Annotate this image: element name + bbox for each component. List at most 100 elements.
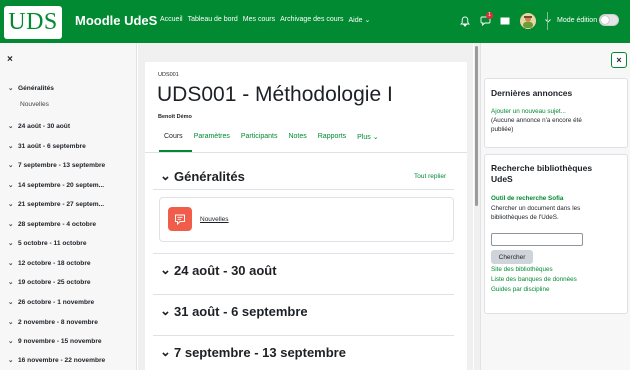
section-divider — [153, 253, 454, 254]
drawer-activity-item[interactable]: Nouvelles — [20, 101, 49, 108]
search-button[interactable]: Chercher — [491, 250, 533, 264]
nav-aide[interactable]: Aide ⌄ — [349, 16, 371, 24]
activity-link-nouvelles[interactable]: Nouvelles — [200, 216, 229, 223]
drawer-item-label: 12 octobre - 18 octobre — [18, 260, 91, 267]
drawer-section-item[interactable]: ⌄ Généralités — [8, 84, 54, 92]
nav-mes-cours[interactable]: Mes cours — [243, 16, 275, 24]
close-block-drawer-button[interactable]: × — [611, 52, 627, 68]
avatar[interactable] — [519, 13, 537, 29]
chevron-down-icon[interactable]: ⌄ — [8, 122, 18, 130]
chevron-down-icon[interactable]: ⌄ — [8, 278, 18, 286]
chevron-down-icon[interactable]: ⌄ — [160, 303, 174, 319]
drawer-item-label: 31 août - 6 septembre — [18, 143, 86, 150]
section-title: 7 septembre - 13 septembre — [174, 344, 346, 360]
course-teacher: Benoît Démo — [158, 114, 192, 120]
drawer-item-label: Généralités — [18, 85, 54, 92]
drawer-section-item[interactable]: ⌄ 24 août - 30 août — [8, 122, 70, 130]
uds-logo[interactable]: UDS — [4, 6, 62, 39]
chevron-down-icon[interactable]: ⌄ — [8, 239, 18, 247]
tab-participants[interactable]: Participants — [241, 133, 278, 141]
tab-notes[interactable]: Notes — [288, 133, 306, 141]
bell-icon[interactable] — [459, 14, 471, 28]
nav-accueil[interactable]: Accueil — [160, 16, 183, 24]
library-description: bibliothèques de l'UdeS. — [491, 214, 559, 221]
library-description: Chercher un document dans les — [491, 205, 581, 212]
page-title: UDS001 - Méthodologie I — [157, 83, 393, 106]
drawer-section-item[interactable]: ⌄ 16 novembre - 22 novembre — [8, 356, 105, 364]
chevron-down-icon[interactable]: ⌄ — [8, 200, 18, 208]
drawer-section-item[interactable]: ⌄ 21 septembre - 27 septem... — [8, 200, 104, 208]
chevron-down-icon[interactable]: ⌄ — [8, 259, 18, 267]
chevron-down-icon[interactable]: ⌄ — [8, 318, 18, 326]
tabs-divider — [145, 152, 467, 153]
add-topic-link[interactable]: Ajouter un nouveau sujet... — [491, 108, 566, 116]
chevron-down-icon[interactable]: ⌄ — [8, 161, 18, 169]
section-24-aout[interactable]: ⌄ 24 août - 30 août — [160, 262, 277, 278]
section-divider — [153, 335, 454, 336]
announcements-block: Dernières annonces Ajouter un nouveau su… — [484, 78, 628, 148]
chevron-down-icon[interactable]: ⌄ — [8, 337, 18, 345]
drawer-icon[interactable] — [499, 14, 511, 28]
primary-navigation: Accueil Tableau de bord Mes cours Archiv… — [160, 16, 370, 24]
edit-mode-toggle[interactable] — [599, 14, 619, 26]
chevron-down-icon[interactable]: ⌄ — [160, 168, 174, 184]
drawer-section-item[interactable]: ⌄ 14 septembre - 20 septem... — [8, 181, 104, 189]
chevron-down-icon[interactable]: ⌄ — [8, 84, 18, 92]
forum-icon[interactable] — [168, 207, 192, 231]
no-announcements-text: publiée) — [491, 126, 514, 133]
close-drawer-button[interactable]: × — [7, 54, 13, 65]
chevron-down-icon[interactable] — [545, 14, 551, 28]
section-31-aout[interactable]: ⌄ 31 août - 6 septembre — [160, 303, 308, 319]
section-divider — [153, 189, 454, 190]
drawer-item-label: Nouvelles — [20, 101, 49, 108]
library-site-link[interactable]: Site des bibliothèques — [491, 266, 553, 274]
top-navbar: UDS Moodle UdeS Accueil Tableau de bord … — [0, 0, 630, 43]
block-title: Recherche bibliothèques — [491, 163, 593, 173]
block-title: UdeS — [491, 174, 513, 184]
nav-tableau-de-bord[interactable]: Tableau de bord — [188, 16, 238, 24]
chevron-down-icon[interactable]: ⌄ — [8, 298, 18, 306]
course-tabs: Cours Paramètres Participants Notes Rapp… — [164, 133, 390, 141]
tab-rapports[interactable]: Rapports — [318, 133, 346, 141]
drawer-item-label: 5 octobre - 11 octobre — [18, 240, 87, 247]
tab-plus[interactable]: Plus ⌄ — [357, 133, 378, 141]
drawer-section-item[interactable]: ⌄ 28 septembre - 4 octobre — [8, 220, 96, 228]
drawer-item-label: 21 septembre - 27 septem... — [18, 201, 105, 208]
chevron-down-icon[interactable]: ⌄ — [8, 142, 18, 150]
tab-parametres[interactable]: Paramètres — [194, 133, 230, 141]
drawer-section-item[interactable]: ⌄ 9 novembre - 15 novembre — [8, 337, 102, 345]
drawer-item-label: 16 novembre - 22 novembre — [18, 357, 106, 364]
chevron-down-icon[interactable]: ⌄ — [160, 344, 174, 360]
library-search-input[interactable] — [491, 233, 583, 246]
chevron-down-icon[interactable]: ⌄ — [8, 356, 18, 364]
section-title: 24 août - 30 août — [174, 262, 277, 278]
collapse-all-link[interactable]: Tout replier — [414, 173, 446, 180]
drawer-section-item[interactable]: ⌄ 31 août - 6 septembre — [8, 142, 86, 150]
drawer-item-label: 19 octobre - 25 octobre — [18, 279, 91, 286]
drawer-item-label: 14 septembre - 20 septem... — [18, 182, 105, 189]
messages-icon[interactable]: 1 — [479, 12, 493, 28]
drawer-section-item[interactable]: ⌄ 12 octobre - 18 octobre — [8, 259, 91, 267]
guides-link[interactable]: Guides par discipline — [491, 286, 549, 294]
scrollbar-thumb[interactable] — [475, 46, 478, 206]
drawer-section-item[interactable]: ⌄ 26 octobre - 1 novembre — [8, 298, 94, 306]
notification-badge: 1 — [486, 12, 493, 19]
edit-mode-label: Mode édition — [557, 17, 598, 24]
section-divider — [153, 294, 454, 295]
drawer-section-item[interactable]: ⌄ 7 septembre - 13 septembre — [8, 161, 105, 169]
drawer-section-item[interactable]: ⌄ 5 octobre - 11 octobre — [8, 239, 87, 247]
block-title: Dernières annonces — [491, 88, 573, 98]
site-name[interactable]: Moodle UdeS — [75, 13, 157, 28]
tab-cours[interactable]: Cours — [164, 133, 183, 141]
nav-archivage[interactable]: Archivage des cours — [280, 16, 343, 24]
chevron-down-icon[interactable]: ⌄ — [160, 262, 174, 278]
drawer-section-item[interactable]: ⌄ 19 octobre - 25 octobre — [8, 278, 91, 286]
section-generalites[interactable]: ⌄ Généralités — [160, 168, 245, 184]
chevron-down-icon[interactable]: ⌄ — [8, 220, 18, 228]
drawer-item-label: 2 novembre - 8 novembre — [18, 319, 98, 326]
section-7-septembre[interactable]: ⌄ 7 septembre - 13 septembre — [160, 344, 346, 360]
databases-link[interactable]: Liste des banques de données — [491, 276, 577, 284]
drawer-section-item[interactable]: ⌄ 2 novembre - 8 novembre — [8, 318, 98, 326]
course-shortname: UDS001 — [158, 72, 179, 78]
chevron-down-icon[interactable]: ⌄ — [8, 181, 18, 189]
